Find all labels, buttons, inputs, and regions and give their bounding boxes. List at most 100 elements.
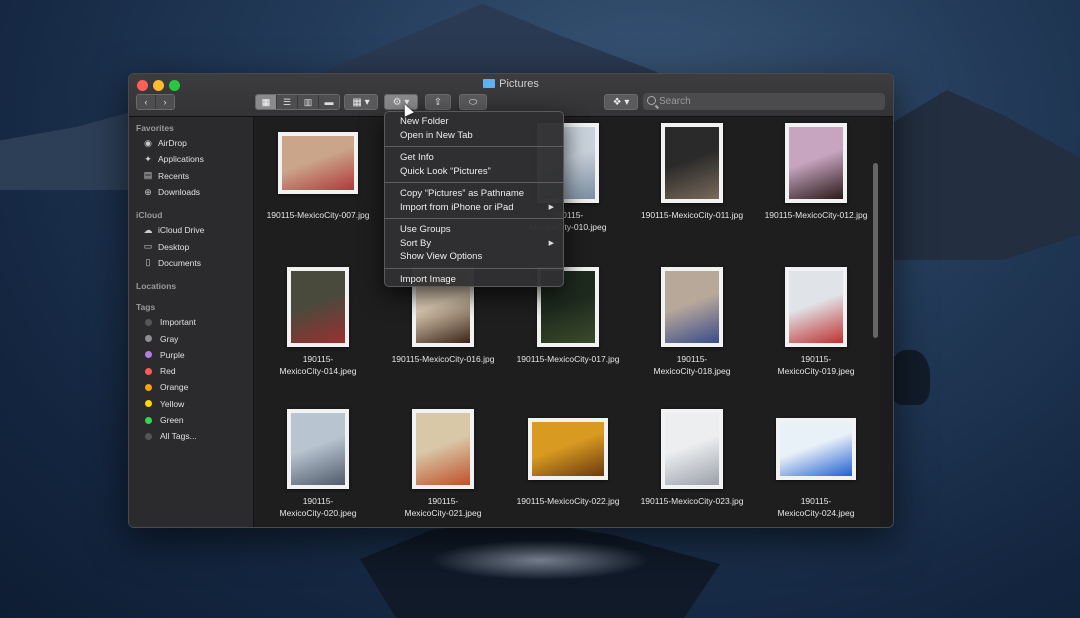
sidebar-heading-tags[interactable]: Tags xyxy=(129,296,253,314)
search-icon xyxy=(647,96,656,105)
photo-preview xyxy=(789,271,843,343)
file-thumbnail[interactable] xyxy=(785,123,847,203)
search-field[interactable]: Search xyxy=(643,93,885,110)
group-button[interactable]: ▦ ▾ xyxy=(344,94,378,110)
desktop-wave xyxy=(430,540,650,580)
window-title-container: Pictures xyxy=(129,78,893,90)
file-item[interactable]: 190115- MexicoCity-019.jpeg xyxy=(754,267,878,377)
photo-preview xyxy=(291,271,345,343)
menu-item-show-view-options[interactable]: Show View Options xyxy=(385,250,563,264)
recents-icon: ▤ xyxy=(143,170,153,181)
file-name: 190115-MexicoCity-007.jpg xyxy=(266,210,370,220)
desktop-cliff xyxy=(890,90,1080,260)
file-item[interactable]: 190115-MexicoCity-011.jpg xyxy=(630,123,754,221)
applications-icon: ✦ xyxy=(144,153,152,164)
sidebar-tag-orange[interactable]: Orange xyxy=(129,379,253,395)
menu-item-open-in-new-tab[interactable]: Open in New Tab xyxy=(385,129,563,143)
view-switcher: ▦ ☰ ▥ ▬ xyxy=(255,94,340,110)
folder-icon xyxy=(483,79,496,88)
sidebar-heading-locations[interactable]: Locations xyxy=(129,275,253,293)
menu-item-get-info[interactable]: Get Info xyxy=(385,151,563,165)
file-item[interactable]: 190115-MexicoCity-012.jpg xyxy=(754,123,878,221)
file-thumbnail[interactable] xyxy=(661,267,723,347)
tag-label: Yellow xyxy=(160,398,185,409)
menu-item-quick-look[interactable]: Quick Look “Pictures” xyxy=(385,165,563,179)
file-name: 190115- MexicoCity-020.jpeg xyxy=(279,496,357,518)
menu-item-use-groups[interactable]: Use Groups xyxy=(385,223,563,237)
file-thumbnail[interactable] xyxy=(661,123,723,203)
column-view-button[interactable]: ▥ xyxy=(298,95,319,109)
tag-label: Purple xyxy=(160,349,185,360)
file-item[interactable]: 190115-MexicoCity-022.jpg xyxy=(506,409,630,507)
sidebar-tag-gray[interactable]: Gray xyxy=(129,330,253,346)
sidebar-item-desktop[interactable]: ▭ Desktop xyxy=(129,238,253,254)
photo-preview xyxy=(665,271,719,343)
sidebar-item-label: AirDrop xyxy=(158,138,187,149)
sidebar-tag-green[interactable]: Green xyxy=(129,412,253,428)
sidebar-tag-yellow[interactable]: Yellow xyxy=(129,396,253,412)
photo-preview xyxy=(665,413,719,485)
menu-item-new-folder[interactable]: New Folder xyxy=(385,115,563,129)
sidebar-item-recents[interactable]: ▤ Recents xyxy=(129,168,253,184)
forward-button[interactable]: › xyxy=(156,95,174,109)
file-name: 190115-MexicoCity-022.jpg xyxy=(516,496,620,506)
menu-item-label: Quick Look “Pictures” xyxy=(400,165,491,177)
sidebar-item-downloads[interactable]: ⊕ Downloads xyxy=(129,184,253,200)
nav-buttons: ‹ › xyxy=(136,94,175,110)
menu-item-import-from-iphone[interactable]: Import from iPhone or iPad ▶ xyxy=(385,201,563,215)
menu-item-sort-by[interactable]: Sort By ▶ xyxy=(385,237,563,251)
file-item[interactable]: 190115-MexicoCity-007.jpg xyxy=(256,123,380,221)
file-thumbnail[interactable] xyxy=(287,267,349,347)
tag-button[interactable]: ⬭ xyxy=(459,94,487,110)
menu-item-copy-pathname[interactable]: Copy “Pictures” as Pathname xyxy=(385,187,563,201)
sidebar-heading-icloud: iCloud xyxy=(136,210,163,221)
icon-view-button[interactable]: ▦ xyxy=(256,95,277,109)
gallery-view-button[interactable]: ▬ xyxy=(319,95,339,109)
sidebar-tag-all[interactable]: All Tags... xyxy=(129,428,253,444)
cloud-icon: ☁ xyxy=(143,224,153,235)
tag-label: Red xyxy=(160,366,176,377)
tag-color-dot xyxy=(145,335,152,343)
action-context-menu: New Folder Open in New Tab Get Info Quic… xyxy=(384,111,564,287)
file-name: 190115- MexicoCity-024.jpeg xyxy=(777,496,855,518)
sidebar-tag-important[interactable]: Important xyxy=(129,314,253,330)
sidebar-item-applications[interactable]: ✦ Applications xyxy=(129,151,253,167)
file-thumbnail[interactable] xyxy=(785,267,847,347)
file-item[interactable]: 190115- MexicoCity-020.jpeg xyxy=(256,409,380,519)
file-item[interactable]: 190115- MexicoCity-021.jpeg xyxy=(381,409,505,519)
file-item[interactable]: 190115- MexicoCity-024.jpeg xyxy=(754,409,878,519)
menu-item-import-image[interactable]: Import Image xyxy=(385,273,563,287)
submenu-arrow-icon: ▶ xyxy=(548,240,554,248)
photo-preview xyxy=(282,136,354,190)
list-view-button[interactable]: ☰ xyxy=(277,95,298,109)
menu-separator xyxy=(385,182,563,183)
sidebar-tag-purple[interactable]: Purple xyxy=(129,347,253,363)
tag-color-dot xyxy=(145,416,152,424)
desktop-icon: ▭ xyxy=(143,241,153,252)
sidebar-item-documents[interactable]: ▯ Documents xyxy=(129,255,253,271)
file-thumbnail[interactable] xyxy=(287,409,349,489)
sidebar-item-airdrop[interactable]: ◉ AirDrop xyxy=(129,135,253,151)
file-thumbnail[interactable] xyxy=(412,409,474,489)
file-thumbnail[interactable] xyxy=(528,418,608,480)
file-thumbnail[interactable] xyxy=(661,409,723,489)
file-name: 190115- MexicoCity-019.jpeg xyxy=(777,354,855,376)
dropbox-button[interactable]: ❖ ▾ xyxy=(604,94,638,110)
sidebar-item-icloud-drive[interactable]: ☁ iCloud Drive xyxy=(129,222,253,238)
menu-item-label: Get Info xyxy=(400,152,434,164)
share-button[interactable]: ⇪ xyxy=(425,94,451,110)
menu-item-label: Show View Options xyxy=(400,251,483,263)
sidebar-tag-red[interactable]: Red xyxy=(129,363,253,379)
back-button[interactable]: ‹ xyxy=(137,95,156,109)
file-name: 190115- MexicoCity-014.jpeg xyxy=(279,354,357,376)
file-thumbnail[interactable] xyxy=(776,418,856,480)
tag-label: All Tags... xyxy=(160,431,197,442)
file-name: 190115-MexicoCity-023.jpg xyxy=(640,496,744,506)
file-thumbnail[interactable] xyxy=(278,132,358,194)
file-item[interactable]: 190115- MexicoCity-014.jpeg xyxy=(256,267,380,377)
sidebar-item-label: Desktop xyxy=(158,241,190,252)
tag-label: Gray xyxy=(160,333,179,344)
file-item[interactable]: 190115-MexicoCity-023.jpg xyxy=(630,409,754,507)
tag-color-dot xyxy=(145,318,152,326)
file-item[interactable]: 190115- MexicoCity-018.jpeg xyxy=(630,267,754,377)
